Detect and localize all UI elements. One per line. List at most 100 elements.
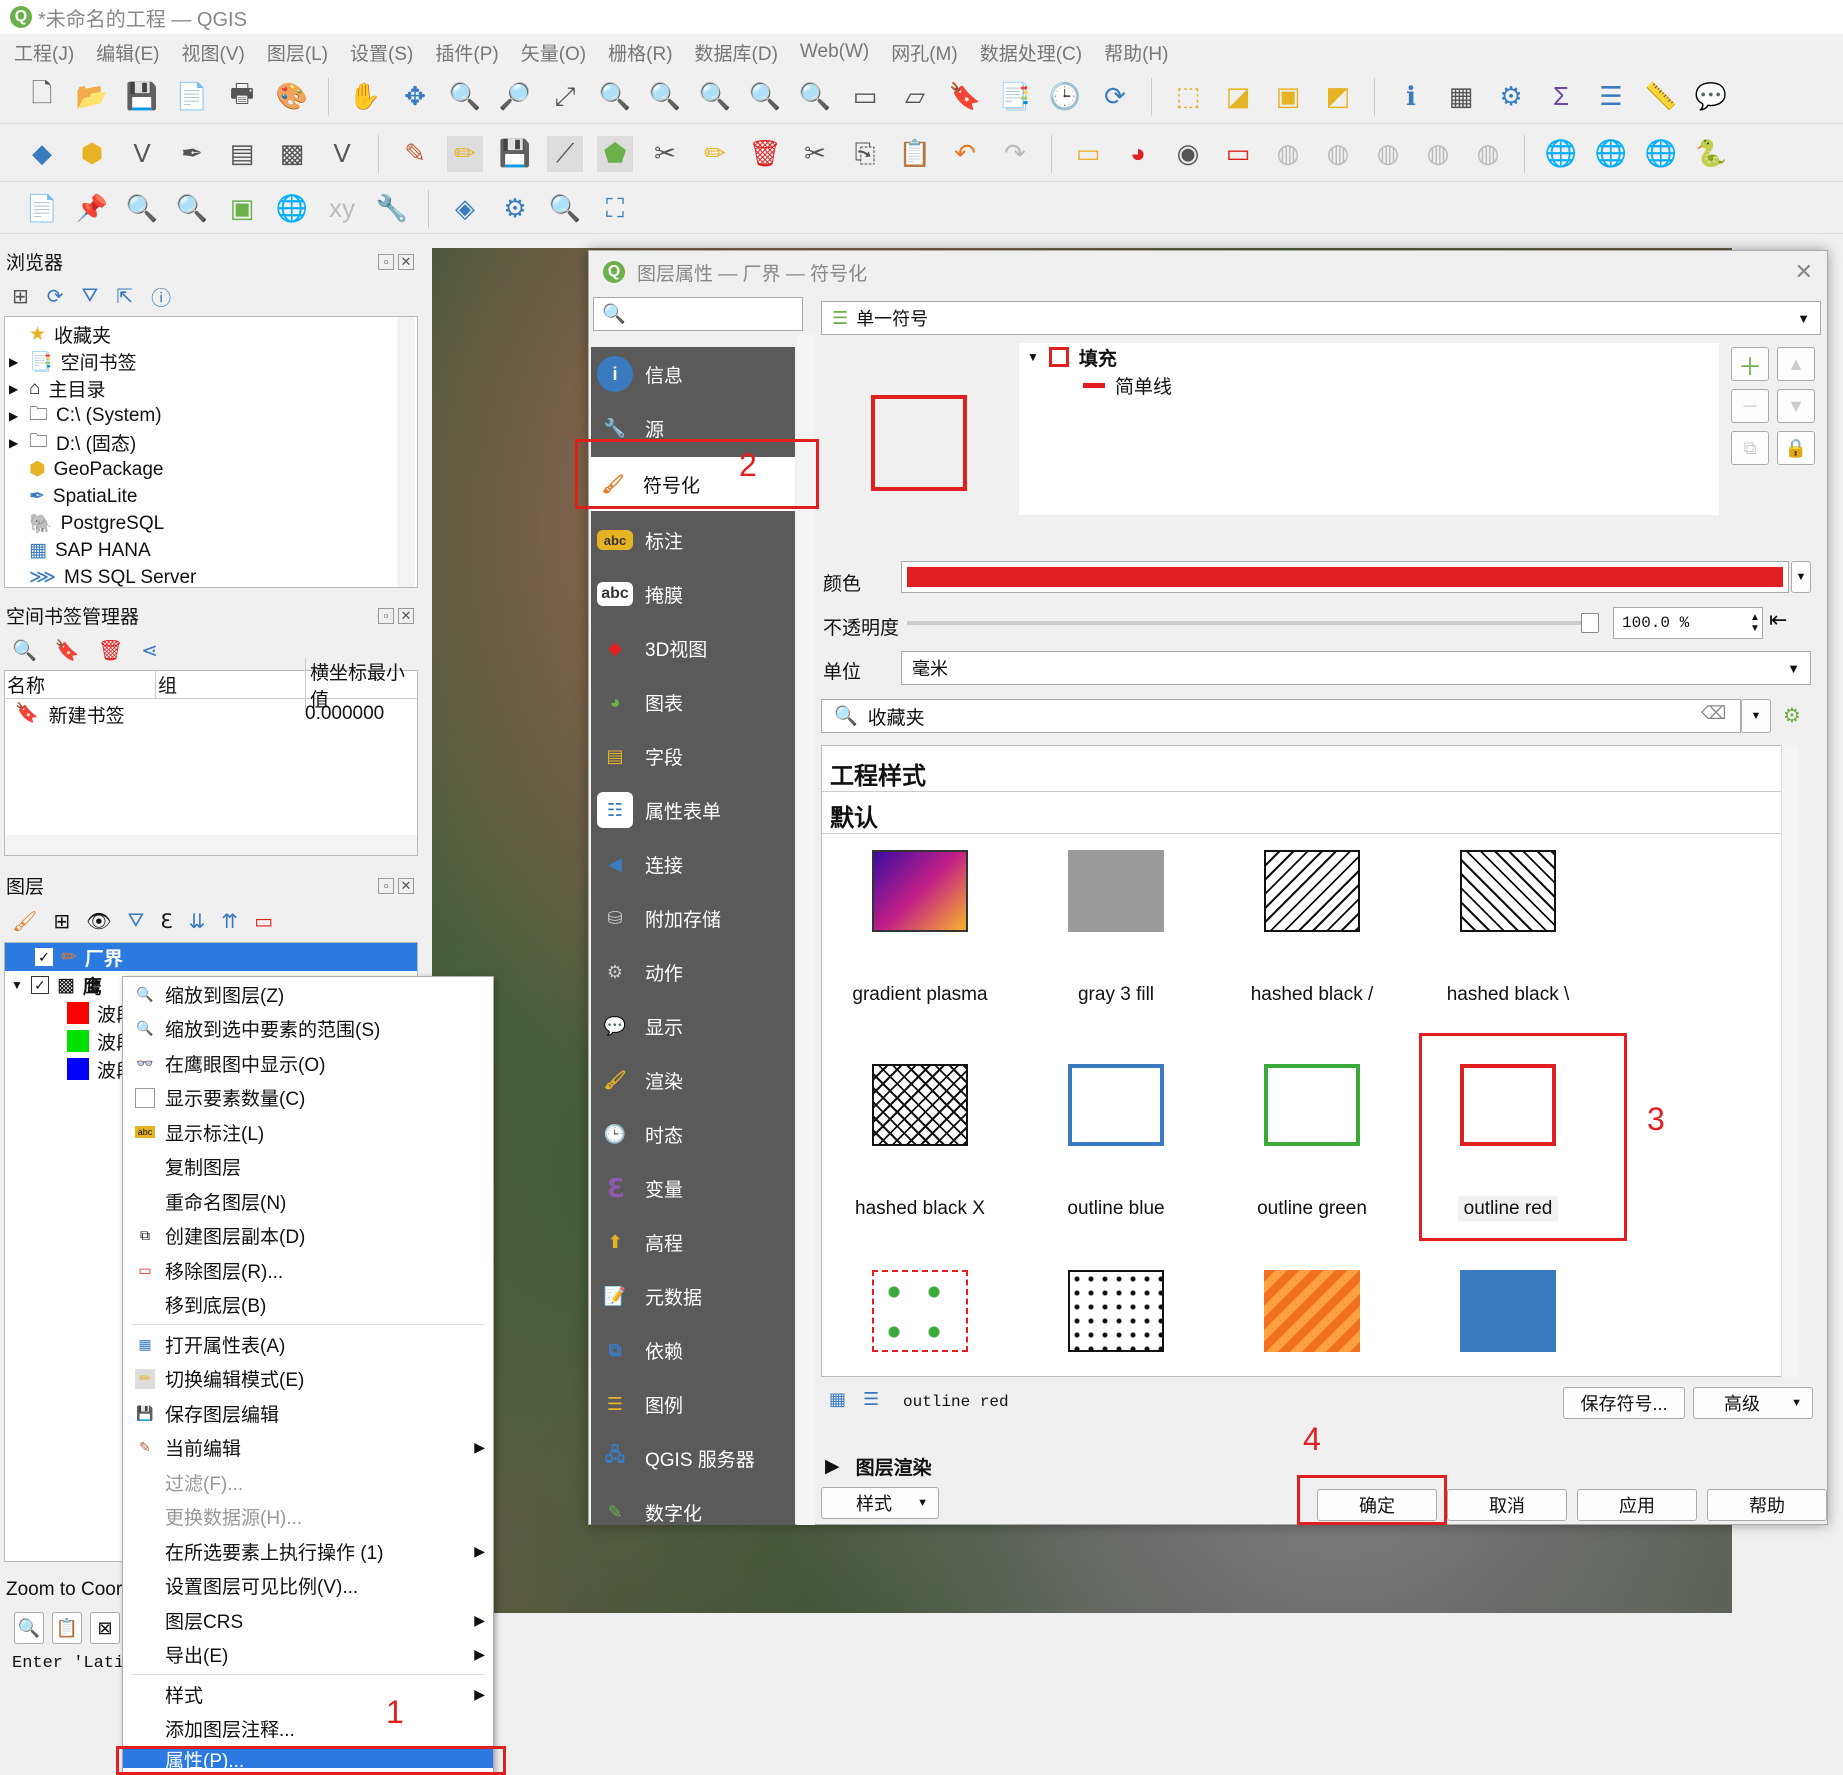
menu-show-labels[interactable]: abc 显示标注(L)	[123, 1115, 493, 1150]
modify-attributes-icon[interactable]: ✏	[697, 136, 733, 172]
visibility-icon[interactable]: 👁	[86, 909, 111, 934]
float-icon[interactable]: ▫	[378, 877, 394, 894]
zoom-to-layer-icon[interactable]: 🔍	[647, 79, 683, 115]
menu-save-edits[interactable]: 💾 保存图层编辑	[123, 1396, 493, 1431]
python-icon[interactable]: 🐍	[1693, 136, 1729, 172]
zoom-to-bookmark-icon[interactable]: 🔍	[12, 638, 37, 663]
add-group-icon[interactable]: ⊞	[53, 909, 70, 934]
new-spatialite-icon[interactable]: ✒	[174, 136, 210, 172]
settings-gear-icon[interactable]: ⚙	[1493, 79, 1529, 115]
add-feature-icon[interactable]: ⟋	[547, 135, 583, 172]
browser-scrollbar[interactable]	[397, 317, 415, 587]
zoom-in-icon[interactable]: 🔍	[447, 79, 483, 115]
fullscreen-icon[interactable]: ⛶	[597, 191, 633, 227]
close-icon[interactable]: ✕	[398, 608, 414, 624]
layer-checkbox[interactable]: ✓	[30, 976, 49, 994]
info-icon[interactable]: ⓘ	[151, 282, 171, 311]
apply-button[interactable]: 应用	[1577, 1489, 1697, 1521]
paste-features-icon[interactable]: 📋	[897, 136, 933, 172]
browser-item-bookmarks[interactable]: ▶ 📑 空间书签	[9, 348, 417, 375]
list-view-icon[interactable]: ☰	[863, 1389, 879, 1410]
pin-label-icon[interactable]: ◉	[1170, 136, 1206, 172]
save-edits-icon[interactable]: 💾	[497, 136, 533, 172]
delete-bookmark-icon[interactable]: 🗑	[98, 638, 123, 663]
map-tips-icon[interactable]: 💬	[1693, 79, 1729, 115]
add-symbol-layer-button[interactable]: ＋	[1731, 347, 1769, 381]
nav-info[interactable]: i 信息	[591, 347, 795, 401]
vertex-tool-icon[interactable]: ✂	[647, 136, 683, 172]
browser-item-favorites[interactable]: ★ 收藏夹	[9, 321, 417, 348]
menu-rename-layer[interactable]: 重命名图层(N)	[123, 1184, 493, 1219]
nav-qgis-server[interactable]: 🖧 QGIS 服务器	[591, 1431, 795, 1485]
search-dropdown[interactable]: ▼	[1741, 699, 1771, 733]
zoom-select-icon[interactable]: 🔍	[174, 191, 210, 227]
tree-item-fill[interactable]: ▼ 填充	[1019, 343, 1719, 371]
close-icon[interactable]: ✕	[398, 878, 414, 894]
data-defined-override-icon[interactable]: ⇤	[1769, 607, 1787, 633]
menu-plugins[interactable]: 插件(P)	[435, 39, 498, 66]
layer-item-changjie[interactable]: ✓ ✏ 厂界	[5, 943, 417, 971]
symbol-dots[interactable]	[1018, 1270, 1214, 1376]
nav-fields[interactable]: ▤ 字段	[591, 729, 795, 783]
menu-web[interactable]: Web(W)	[800, 41, 869, 63]
toggle-editing-icon[interactable]: ✏	[447, 135, 483, 172]
wrench-icon[interactable]: 🔧	[374, 191, 410, 227]
menu-layer-crs[interactable]: 图层CRS ▶	[123, 1603, 493, 1638]
symbol-gradient-plasma[interactable]: gradient plasma	[822, 850, 1018, 1006]
close-icon[interactable]: ✕	[398, 254, 414, 270]
style-button[interactable]: 样式 ▼	[821, 1487, 939, 1519]
icon-view-icon[interactable]: ▦	[829, 1389, 846, 1410]
nav-display[interactable]: 💬 显示	[591, 999, 795, 1053]
statistics-sigma-icon[interactable]: Σ	[1543, 79, 1579, 115]
symbol-scrollbar[interactable]	[1781, 745, 1799, 1377]
nav-scrollbar[interactable]	[797, 335, 815, 1525]
open-project-icon[interactable]: 📂	[74, 79, 110, 115]
browser-item-d-drive[interactable]: ▶ 🗀 D:\ (固态)	[9, 429, 417, 456]
float-icon[interactable]: ▫	[378, 253, 394, 270]
add-polygon-icon[interactable]: ⬟	[597, 135, 633, 172]
menu-create-copy[interactable]: ⧉ 创建图层副本(D)	[123, 1219, 493, 1254]
delete-selected-icon[interactable]: 🗑	[747, 136, 783, 172]
new-bookmark-icon[interactable]: 🔖	[947, 79, 983, 115]
new-map-view-icon[interactable]: ▭	[847, 79, 883, 115]
pan-icon[interactable]: ✋	[347, 79, 383, 115]
table-icon[interactable]: ☰	[1593, 79, 1629, 115]
zoom-tool-icon[interactable]: 🔍	[124, 191, 160, 227]
zoom-next-icon[interactable]: 🔍	[797, 79, 833, 115]
new-shapefile-icon[interactable]: V	[124, 136, 160, 172]
browser-item-geopackage[interactable]: ⬢ GeoPackage	[9, 456, 417, 483]
nav-attributes-form[interactable]: ☷ 属性表单	[591, 783, 795, 837]
symbol-blue-fill[interactable]	[1410, 1270, 1606, 1376]
renderer-select[interactable]: ☰ 单一符号 ▼	[821, 301, 1821, 335]
tree-item-line[interactable]: 简单线	[1019, 371, 1719, 399]
select-features-icon[interactable]: ⬚	[1170, 79, 1206, 115]
close-icon[interactable]: ✕	[1795, 259, 1813, 285]
menu-change-data-source[interactable]: 更换数据源(H)...	[123, 1500, 493, 1535]
symbol-search-input[interactable]: 🔍 收藏夹	[821, 699, 1741, 733]
copy-features-icon[interactable]: ⎘	[847, 136, 883, 172]
new-virtual-layer-icon[interactable]: ▤	[224, 136, 260, 172]
show-bookmarks-icon[interactable]: 📑	[997, 79, 1033, 115]
remove-layer-icon[interactable]: ▭	[254, 909, 273, 934]
refresh-icon[interactable]: ⟳	[47, 284, 64, 309]
filter-icon[interactable]: ⛛	[82, 285, 99, 308]
nav-dependencies[interactable]: ⧉ 依赖	[591, 1323, 795, 1377]
collapse-all-icon[interactable]: ⇈	[221, 909, 238, 934]
browser-item-postgresql[interactable]: 🐘 PostgreSQL	[9, 510, 417, 537]
nav-digitizing[interactable]: ✎ 数字化	[591, 1485, 795, 1539]
select-location-icon[interactable]: ◩	[1320, 79, 1356, 115]
opacity-input[interactable]: 100.0 %	[1613, 607, 1763, 639]
menu-layer[interactable]: 图层(L)	[267, 39, 328, 66]
move-label-icon[interactable]: ◍	[1270, 136, 1306, 172]
diagram-icon[interactable]: ◕	[1120, 136, 1156, 172]
browser-item-saphana[interactable]: ▦ SAP HANA	[9, 537, 417, 564]
nav-joins[interactable]: ◀ 连接	[591, 837, 795, 891]
menu-raster[interactable]: 栅格(R)	[608, 39, 672, 66]
expression-filter-icon[interactable]: ℇ	[160, 909, 172, 934]
zoom-last-icon[interactable]: 🔍	[747, 79, 783, 115]
pan-to-selection-icon[interactable]: ✥	[397, 79, 433, 115]
identify-icon[interactable]: ℹ	[1393, 79, 1429, 115]
symbol-gray-fill[interactable]: gray 3 fill	[1018, 850, 1214, 1006]
style-manager-icon[interactable]: 🎨	[274, 79, 310, 115]
opacity-slider[interactable]	[907, 621, 1587, 625]
